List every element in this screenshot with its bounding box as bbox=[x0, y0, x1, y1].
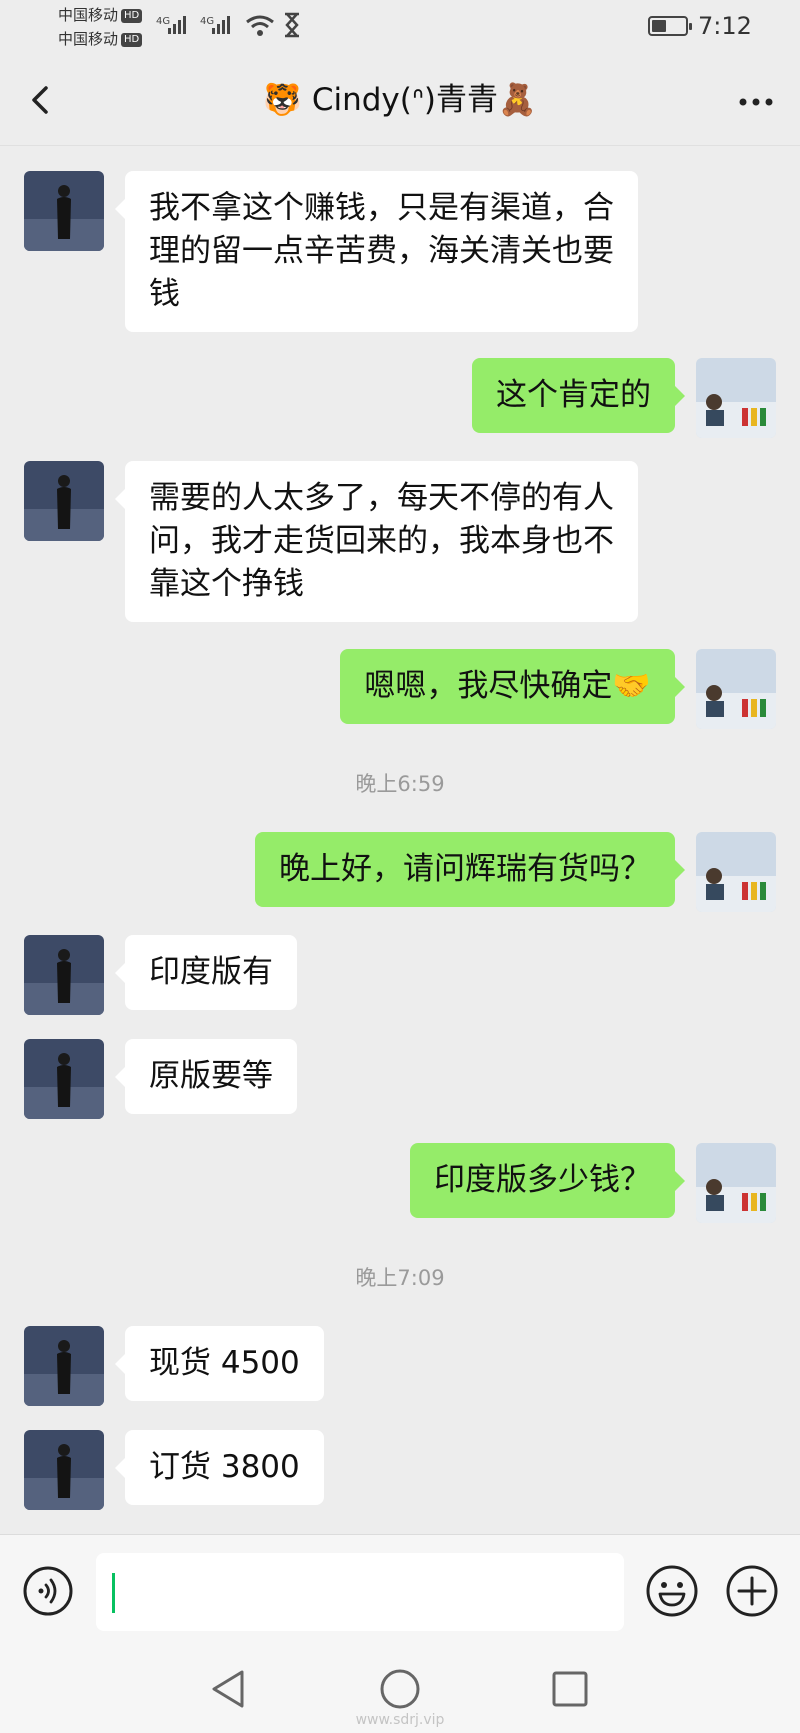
contact-avatar[interactable] bbox=[24, 1430, 104, 1510]
user-avatar[interactable] bbox=[696, 1143, 776, 1223]
timestamp: 晚上7:09 bbox=[355, 1266, 445, 1290]
battery-icon bbox=[648, 16, 692, 36]
incoming-message[interactable]: 我不拿这个赚钱，只是有渠道，合 理的留一点辛苦费，海关清关也要 钱 bbox=[115, 171, 638, 332]
outgoing-message[interactable]: 这个肯定的 bbox=[472, 358, 685, 433]
incoming-message[interactable]: 原版要等 bbox=[115, 1039, 297, 1114]
chat-header: 🐯 Cindy(ᐢ)青青🧸 bbox=[0, 56, 800, 146]
triangle-back-icon[interactable] bbox=[204, 1664, 254, 1714]
system-nav-bar: www.sdrj.vip bbox=[0, 1650, 800, 1733]
incoming-message[interactable]: 需要的人太多了，每天不停的有人 问，我才走货回来的，我本身也不 靠这个挣钱 bbox=[115, 461, 638, 622]
square-recents-icon[interactable] bbox=[545, 1664, 595, 1714]
incoming-message[interactable]: 现货 4500 bbox=[115, 1326, 324, 1401]
smiley-icon[interactable] bbox=[644, 1563, 700, 1619]
voice-icon[interactable] bbox=[22, 1565, 74, 1617]
timestamp: 晚上6:59 bbox=[355, 772, 445, 796]
signal-icon-1: 4G bbox=[156, 16, 186, 34]
carrier-label-2: 中国移动 HD bbox=[58, 30, 143, 48]
user-avatar[interactable] bbox=[696, 649, 776, 729]
message-input[interactable] bbox=[96, 1553, 624, 1631]
message-list[interactable]: 我不拿这个赚钱，只是有渠道，合 理的留一点辛苦费，海关清关也要 钱 这个肯定的 … bbox=[0, 146, 800, 1534]
user-avatar[interactable] bbox=[696, 358, 776, 438]
ellipsis-icon[interactable] bbox=[734, 80, 778, 124]
chat-title: 🐯 Cindy(ᐢ)青青🧸 bbox=[263, 82, 537, 118]
input-bar bbox=[0, 1534, 800, 1650]
user-avatar[interactable] bbox=[696, 832, 776, 912]
contact-avatar[interactable] bbox=[24, 461, 104, 541]
outgoing-message[interactable]: 嗯嗯，我尽快确定🤝 bbox=[340, 649, 685, 724]
network-type-1: 4G bbox=[156, 16, 170, 27]
contact-avatar[interactable] bbox=[24, 1039, 104, 1119]
hd-badge-1: HD bbox=[121, 8, 143, 23]
contact-avatar[interactable] bbox=[24, 171, 104, 251]
contact-avatar[interactable] bbox=[24, 1326, 104, 1406]
watermark: www.sdrj.vip bbox=[355, 1712, 445, 1728]
circle-home-icon[interactable] bbox=[375, 1664, 425, 1714]
wifi-icon bbox=[246, 15, 274, 36]
outgoing-message[interactable]: 晚上好，请问辉瑞有货吗？ bbox=[255, 832, 685, 907]
outgoing-message[interactable]: 印度版多少钱？ bbox=[410, 1143, 685, 1218]
incoming-message[interactable]: 印度版有 bbox=[115, 935, 297, 1010]
status-time: 7:12 bbox=[698, 12, 752, 40]
hd-badge-2: HD bbox=[121, 32, 143, 47]
signal-icon-2: 4G bbox=[200, 16, 230, 34]
carrier-name-1: 中国移动 bbox=[58, 6, 119, 24]
hourglass-icon bbox=[285, 12, 299, 38]
text-caret bbox=[112, 1573, 115, 1613]
plus-circle-icon[interactable] bbox=[724, 1563, 780, 1619]
contact-avatar[interactable] bbox=[24, 935, 104, 1015]
status-bar: 中国移动 HD 中国移动 HD 4G 4G 7:12 bbox=[0, 0, 800, 56]
incoming-message[interactable]: 订货 3800 bbox=[115, 1430, 324, 1505]
carrier-name-2: 中国移动 bbox=[58, 30, 119, 48]
carrier-label-1: 中国移动 HD bbox=[58, 6, 143, 24]
network-type-2: 4G bbox=[200, 16, 214, 27]
